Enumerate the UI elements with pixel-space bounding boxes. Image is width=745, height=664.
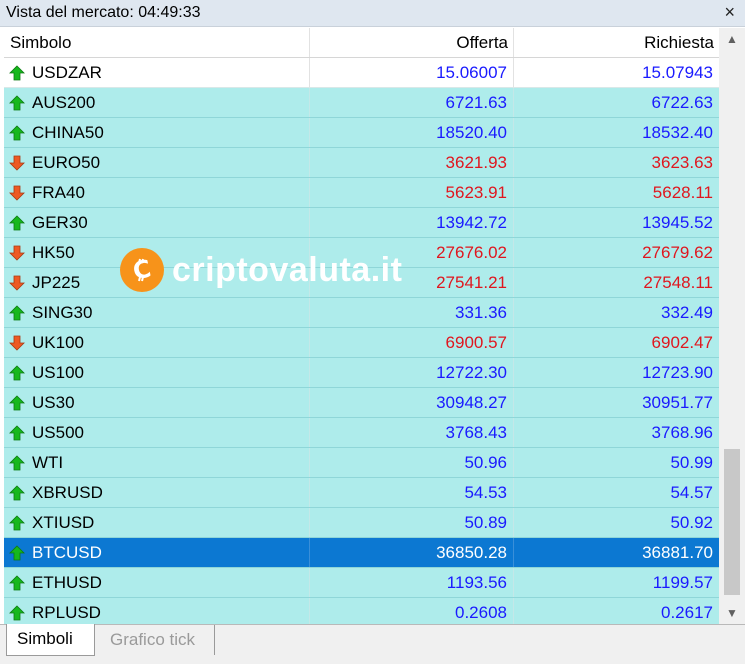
symbol-cell: XTIUSD — [4, 508, 310, 537]
symbol-cell: GER30 — [4, 208, 310, 237]
watermark: C criptovaluta.it — [120, 246, 402, 294]
symbol-cell: SING30 — [4, 298, 310, 327]
symbol-cell: UK100 — [4, 328, 310, 357]
ask-cell: 5628.11 — [652, 183, 713, 202]
symbol-cell: AUS200 — [4, 88, 310, 117]
ask-cell: 0.2617 — [661, 603, 713, 622]
symbol-cell: XBRUSD — [4, 478, 310, 507]
symbol-cell: US500 — [4, 418, 310, 447]
table-row[interactable]: FRA40 5623.91 5628.11 — [4, 178, 719, 208]
symbol-cell: EURO50 — [4, 148, 310, 177]
bid-cell: 6721.63 — [310, 88, 514, 117]
bid-cell: 6900.57 — [310, 328, 514, 357]
tab-simboli[interactable]: Simboli — [6, 624, 95, 656]
bid-cell: 30948.27 — [310, 388, 514, 417]
column-header-symbol[interactable]: Simbolo — [4, 28, 310, 57]
market-watch-table: Simbolo Offerta Richiesta USDZAR 15.06007… — [4, 28, 719, 624]
ask-cell: 332.49 — [661, 303, 713, 322]
table-row[interactable]: GER30 13942.72 13945.52 — [4, 208, 719, 238]
ask-cell: 50.92 — [670, 513, 713, 532]
vertical-scrollbar[interactable]: ▲ ▼ — [719, 28, 745, 624]
bid-cell: 50.96 — [310, 448, 514, 477]
symbol-cell: WTI — [4, 448, 310, 477]
ask-cell: 3623.63 — [651, 153, 713, 172]
ask-cell: 54.57 — [670, 483, 713, 502]
bid-cell: 50.89 — [310, 508, 514, 537]
ask-cell: 27548.11 — [643, 273, 713, 292]
symbol-cell: US30 — [4, 388, 310, 417]
table-row[interactable]: EURO50 3621.93 3623.63 — [4, 148, 719, 178]
scroll-down-arrow-icon[interactable]: ▼ — [719, 602, 745, 624]
window-title: Vista del mercato: 04:49:33 — [6, 4, 201, 21]
ask-cell: 50.99 — [670, 453, 713, 472]
symbol-cell: FRA40 — [4, 178, 310, 207]
ask-cell: 12723.90 — [642, 363, 713, 382]
bid-cell: 54.53 — [310, 478, 514, 507]
table-row[interactable]: USDZAR 15.06007 15.07943 — [4, 58, 719, 88]
bid-cell: 3768.43 — [310, 418, 514, 447]
symbol-cell: ETHUSD — [4, 568, 310, 597]
ask-cell: 15.07943 — [642, 63, 713, 82]
table-row[interactable]: CHINA50 18520.40 18532.40 — [4, 118, 719, 148]
table-row[interactable]: AUS200 6721.63 6722.63 — [4, 88, 719, 118]
bitcoin-logo-icon: C — [120, 248, 164, 292]
ask-cell: 18532.40 — [642, 123, 713, 142]
watermark-text: criptovaluta.it — [172, 250, 403, 289]
ask-cell: 13945.52 — [642, 213, 713, 232]
symbol-cell: CHINA50 — [4, 118, 310, 147]
table-row[interactable]: WTI 50.96 50.99 — [4, 448, 719, 478]
column-header-bid[interactable]: Offerta — [310, 28, 514, 57]
bid-cell: 5623.91 — [310, 178, 514, 207]
table-row[interactable]: US500 3768.43 3768.96 — [4, 418, 719, 448]
ask-cell: 30951.77 — [642, 393, 713, 412]
bid-cell: 13942.72 — [310, 208, 514, 237]
ask-cell: 27679.62 — [642, 243, 713, 262]
table-row[interactable]: SING30 331.36 332.49 — [4, 298, 719, 328]
scroll-up-arrow-icon[interactable]: ▲ — [719, 28, 745, 50]
bid-cell: 36850.28 — [310, 538, 514, 567]
symbol-cell: BTCUSD — [4, 538, 310, 567]
bid-cell: 3621.93 — [310, 148, 514, 177]
tab-grafico-tick[interactable]: Grafico tick — [100, 625, 215, 655]
table-header: Simbolo Offerta Richiesta — [4, 28, 719, 58]
table-row[interactable]: US100 12722.30 12723.90 — [4, 358, 719, 388]
ask-cell: 6722.63 — [651, 93, 713, 112]
table-body: USDZAR 15.06007 15.07943 AUS200 6721.63 6722.… — [4, 58, 719, 624]
bid-cell: 331.36 — [310, 298, 514, 327]
scrollbar-thumb[interactable] — [724, 449, 740, 595]
ask-cell: 36881.70 — [642, 543, 713, 562]
table-row[interactable]: RPLUSD 0.2608 0.2617 — [4, 598, 719, 624]
table-row[interactable]: XBRUSD 54.53 54.57 — [4, 478, 719, 508]
table-row[interactable]: UK100 6900.57 6902.47 — [4, 328, 719, 358]
column-header-ask[interactable]: Richiesta — [514, 28, 719, 57]
symbol-cell: USDZAR — [4, 58, 310, 87]
bid-cell: 0.2608 — [310, 598, 514, 624]
ask-cell: 6902.47 — [651, 333, 713, 352]
table-row[interactable]: ETHUSD 1193.56 1199.57 — [4, 568, 719, 598]
bid-cell: 18520.40 — [310, 118, 514, 147]
table-row[interactable]: XTIUSD 50.89 50.92 — [4, 508, 719, 538]
symbol-cell: US100 — [4, 358, 310, 387]
bid-cell: 15.06007 — [310, 58, 514, 87]
table-row[interactable]: US30 30948.27 30951.77 — [4, 388, 719, 418]
tab-bar: Simboli Grafico tick — [0, 624, 745, 664]
bid-cell: 12722.30 — [310, 358, 514, 387]
table-row[interactable]: BTCUSD 36850.28 36881.70 — [4, 538, 719, 568]
symbol-cell: RPLUSD — [4, 598, 310, 624]
bid-cell: 1193.56 — [310, 568, 514, 597]
title-bar: Vista del mercato: 04:49:33 × — [0, 0, 745, 27]
ask-cell: 1199.57 — [652, 573, 713, 592]
ask-cell: 3768.96 — [651, 423, 713, 442]
close-icon[interactable]: × — [724, 3, 735, 21]
